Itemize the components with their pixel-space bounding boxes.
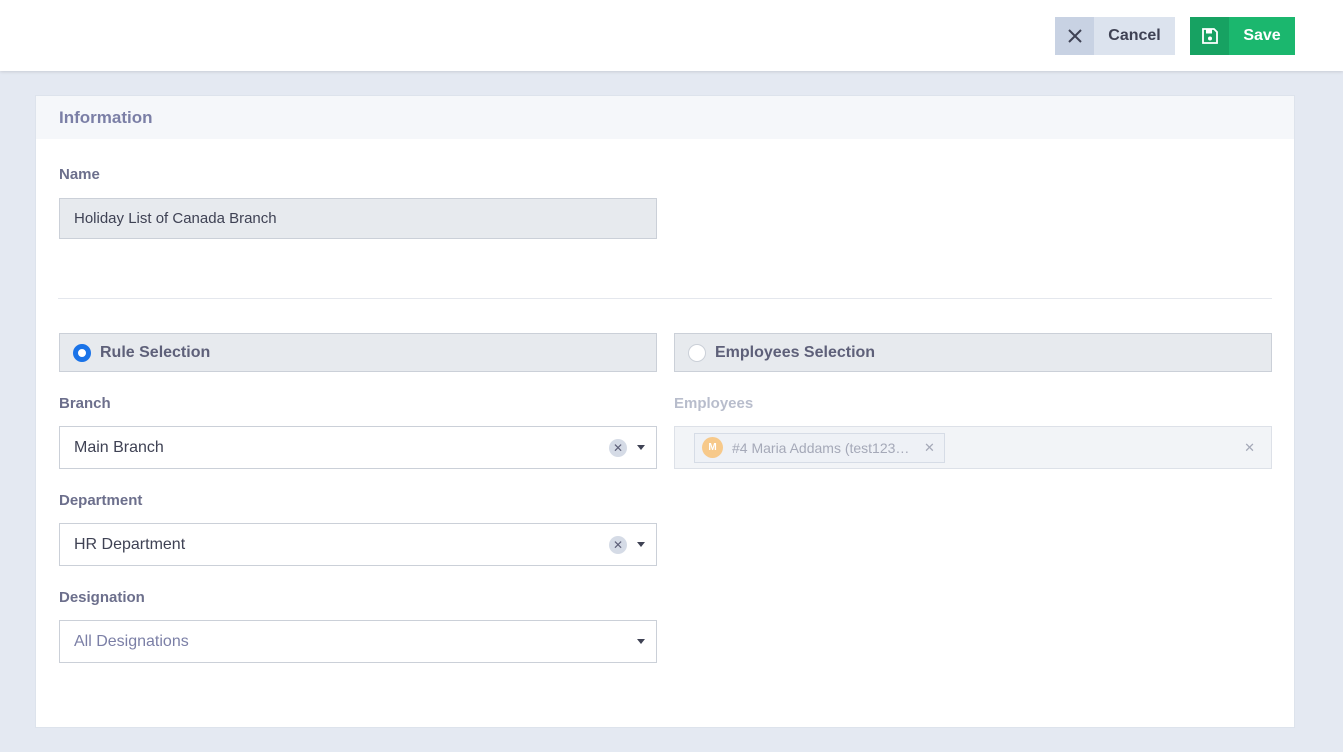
name-input-value: Holiday List of Canada Branch	[74, 210, 277, 227]
branch-clear-icon[interactable]: ✕	[609, 438, 627, 457]
department-select[interactable]: HR Department ✕	[59, 523, 657, 566]
name-input[interactable]: Holiday List of Canada Branch	[59, 198, 657, 239]
designation-chevron-down-icon[interactable]	[637, 639, 645, 644]
branch-label: Branch	[59, 395, 111, 412]
branch-select-value: Main Branch	[74, 438, 164, 456]
rule-selection-label: Rule Selection	[100, 343, 211, 361]
employees-selection-radio[interactable]	[688, 343, 706, 362]
employees-select[interactable]: M #4 Maria Addams (test1234… ✕ ✕	[674, 426, 1272, 469]
employees-label: Employees	[674, 395, 754, 412]
branch-select[interactable]: Main Branch ✕	[59, 426, 657, 469]
information-card: Information Name Holiday List of Canada …	[35, 95, 1295, 728]
branch-chevron-down-icon[interactable]	[637, 445, 645, 450]
card-title: Information	[59, 107, 153, 127]
cancel-button[interactable]: Cancel	[1055, 17, 1175, 55]
designation-label: Designation	[59, 589, 145, 606]
top-toolbar: Cancel Save	[0, 0, 1343, 71]
rule-selection-option[interactable]: Rule Selection	[59, 333, 657, 372]
department-chevron-down-icon[interactable]	[637, 542, 645, 547]
designation-select-placeholder: All Designations	[74, 632, 189, 650]
department-clear-icon[interactable]: ✕	[609, 535, 627, 554]
designation-select[interactable]: All Designations	[59, 620, 657, 663]
card-header: Information	[36, 96, 1294, 139]
close-icon	[1055, 17, 1094, 55]
department-select-value: HR Department	[74, 535, 186, 553]
employee-chip: M #4 Maria Addams (test1234… ✕	[694, 432, 945, 463]
rule-selection-radio[interactable]	[73, 343, 91, 362]
employee-chip-label: #4 Maria Addams (test1234…	[732, 439, 912, 456]
department-label: Department	[59, 492, 143, 509]
save-button-label: Save	[1243, 27, 1281, 44]
avatar: M	[702, 437, 723, 458]
save-disk-icon	[1190, 17, 1229, 55]
name-label: Name	[59, 166, 100, 183]
employees-clear-icon[interactable]: ✕	[1244, 440, 1255, 456]
employees-selection-label: Employees Selection	[715, 343, 876, 361]
employees-selection-option[interactable]: Employees Selection	[674, 333, 1272, 372]
chip-remove-icon[interactable]: ✕	[924, 440, 935, 456]
cancel-button-label: Cancel	[1108, 27, 1161, 44]
save-button[interactable]: Save	[1190, 17, 1295, 55]
section-divider	[58, 298, 1272, 299]
